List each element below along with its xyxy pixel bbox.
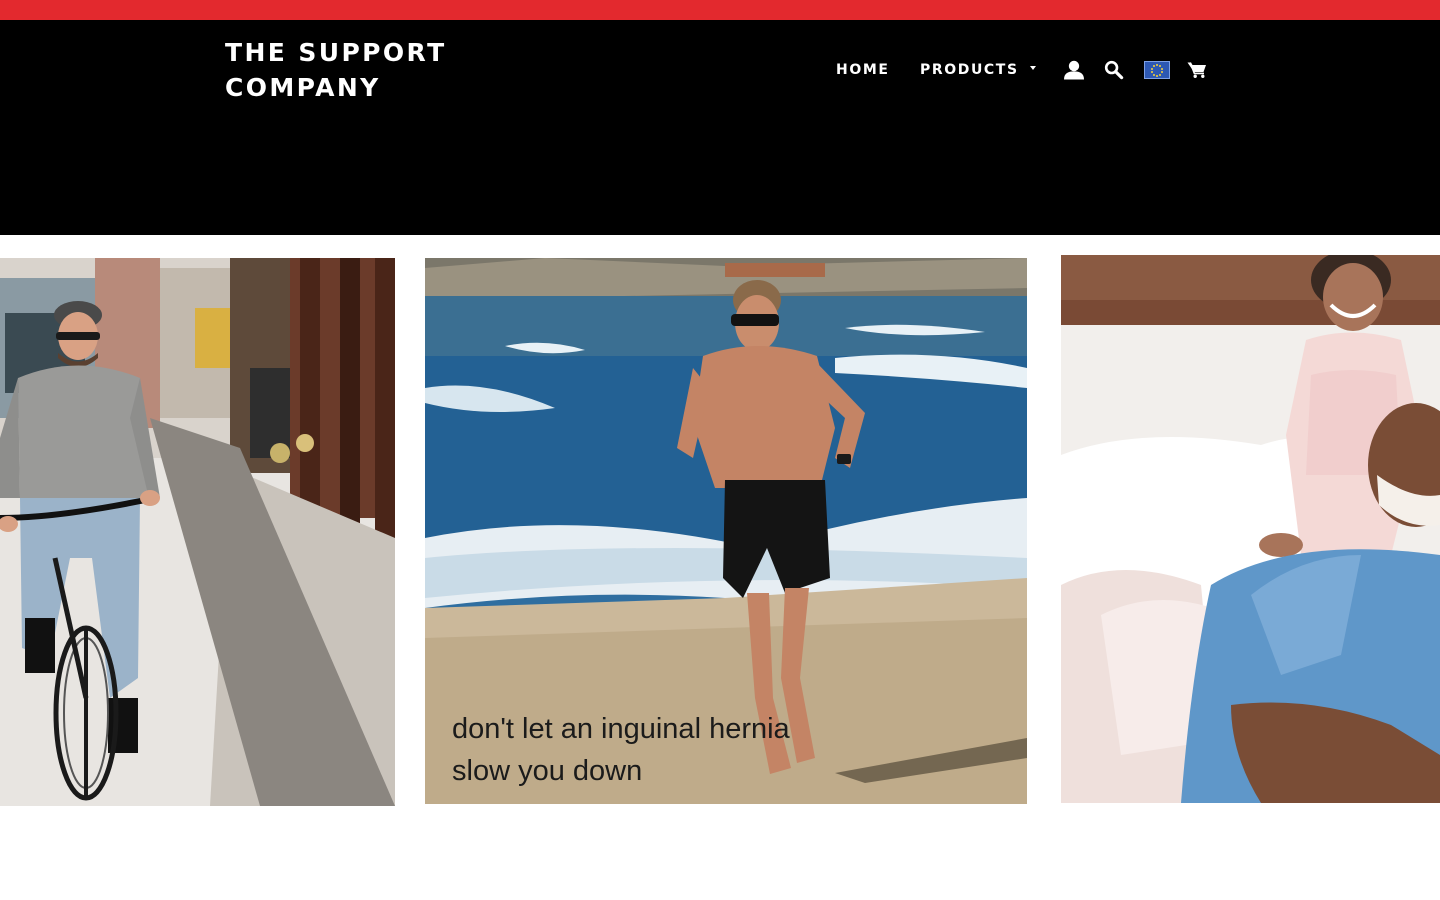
cart-icon <box>1187 62 1206 78</box>
announcement-bar <box>0 0 1440 20</box>
search-icon <box>1104 60 1124 80</box>
search-button[interactable] <box>1103 57 1125 83</box>
slide-caption: don't let an inguinal hernia slow you do… <box>452 713 790 787</box>
site-header: THE SUPPORT COMPANY HOME PRODUCTS <box>0 20 1440 235</box>
eu-flag-icon <box>1143 61 1170 79</box>
logo-line-2: COMPANY <box>225 73 381 102</box>
cart-button[interactable] <box>1186 57 1208 83</box>
chevron-down-icon <box>1029 66 1036 70</box>
cyclist-photo <box>0 258 395 806</box>
nav-products-link[interactable]: PRODUCTS <box>920 62 1019 78</box>
father-daughter-photo <box>1061 255 1440 803</box>
account-button[interactable] <box>1062 57 1086 83</box>
logo-line-1: THE SUPPORT <box>225 38 447 67</box>
currency-selector[interactable] <box>1143 57 1170 83</box>
account-icon <box>1064 60 1084 80</box>
slide-cyclist[interactable] <box>0 258 395 806</box>
slide-father-daughter[interactable] <box>1061 255 1440 803</box>
site-logo[interactable]: THE SUPPORT COMPANY <box>225 35 525 105</box>
nav-home-link[interactable]: HOME <box>836 62 890 78</box>
nav-products-dropdown[interactable]: PRODUCTS <box>920 58 1036 82</box>
slide-beach-runner[interactable]: don't let an inguinal hernia slow you do… <box>425 258 1027 804</box>
